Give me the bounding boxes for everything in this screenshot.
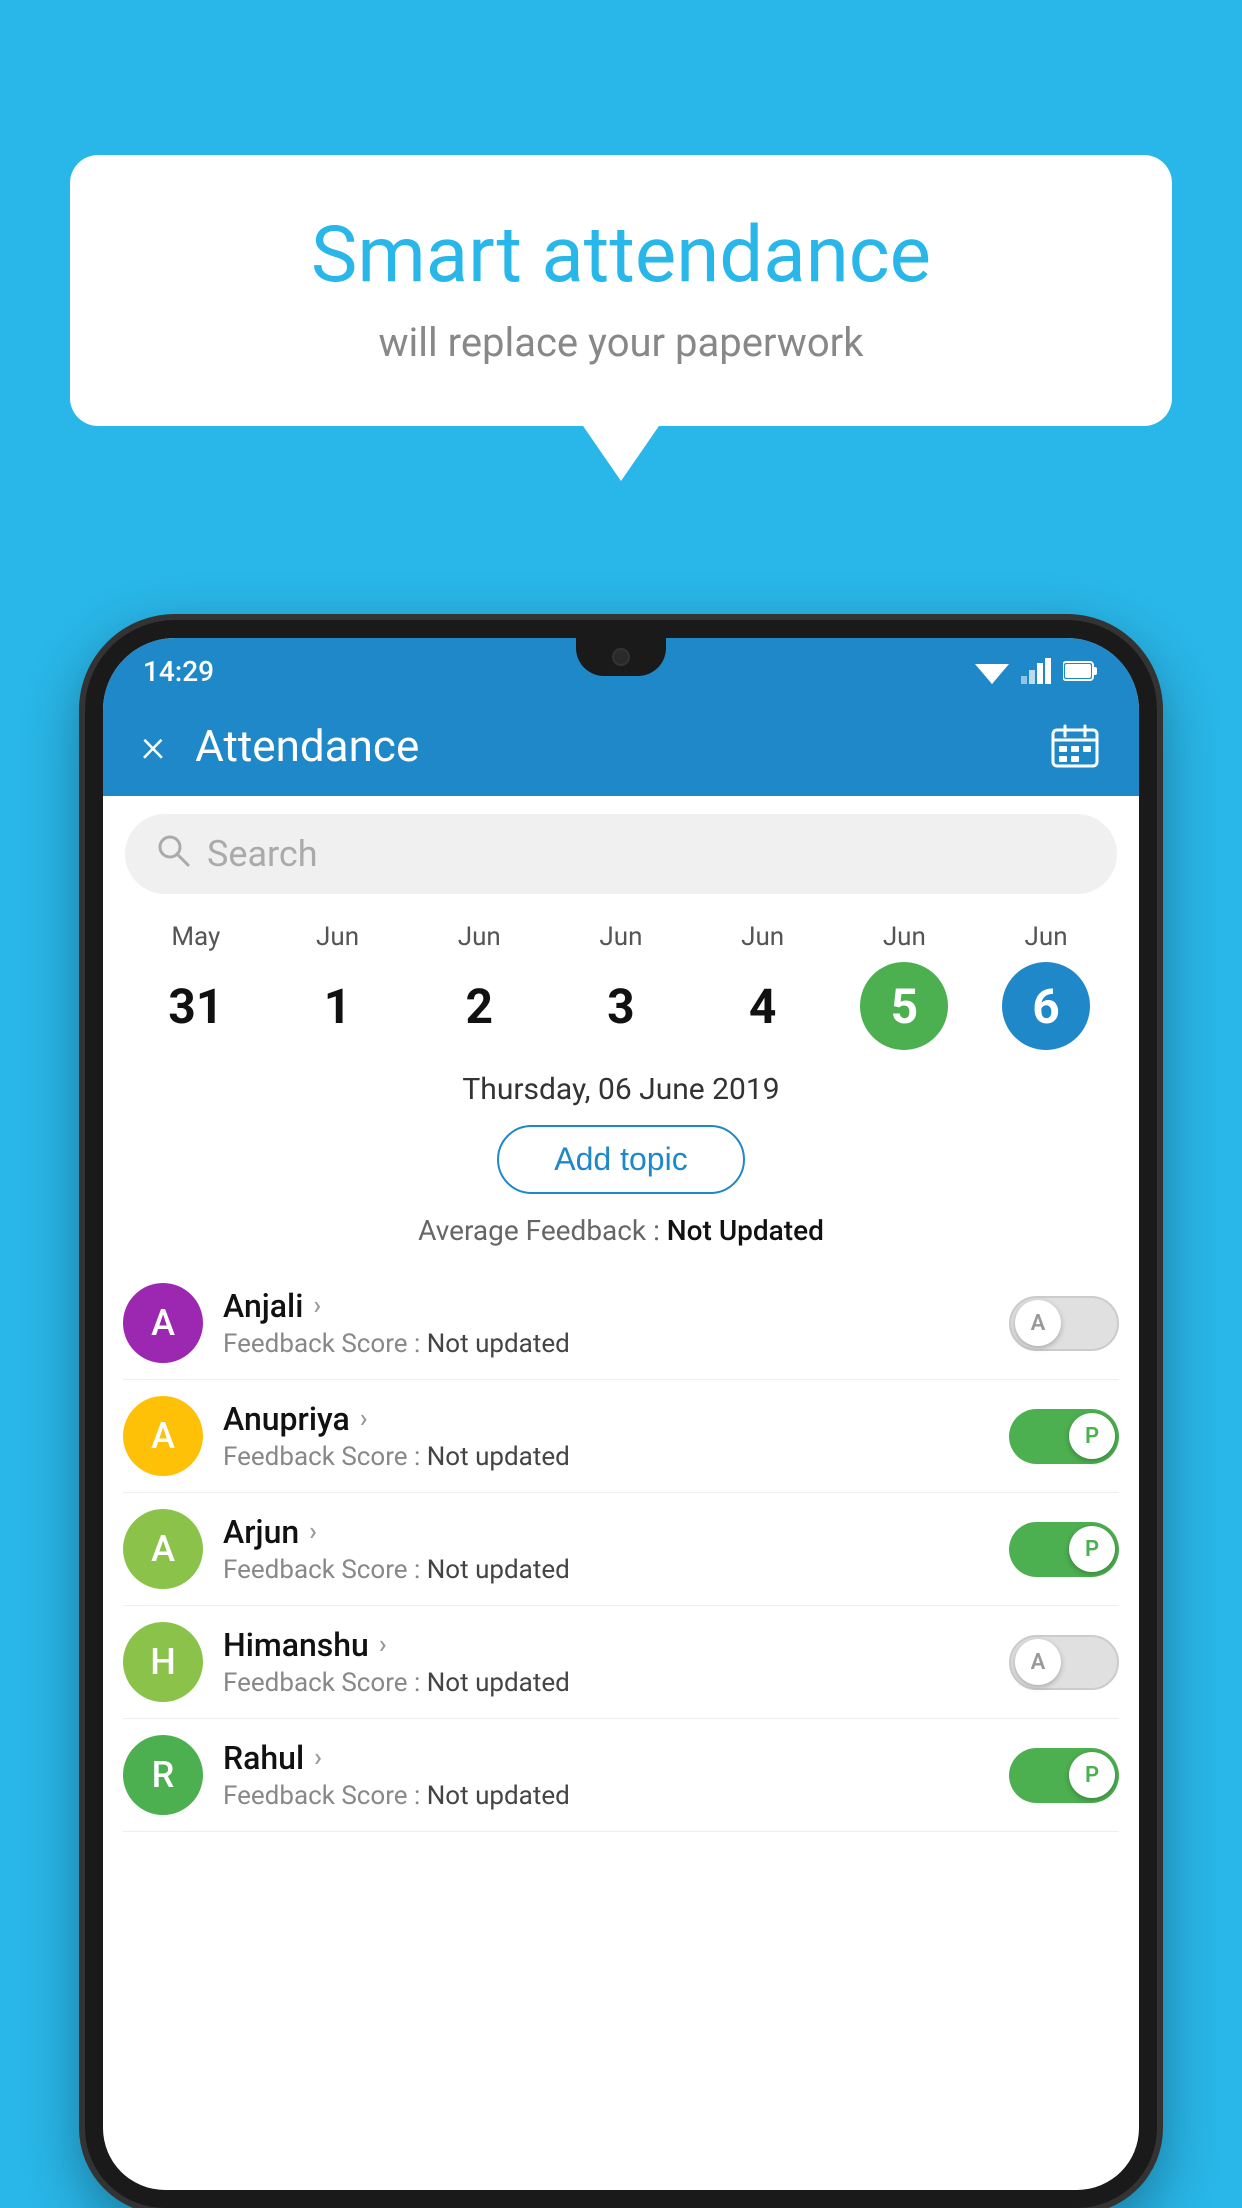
status-time: 14:29 <box>143 655 214 688</box>
toggle-switch[interactable]: P <box>1009 1748 1119 1803</box>
signal-icon <box>1021 658 1051 684</box>
calendar-day[interactable]: Jun 2 <box>434 922 524 1050</box>
chevron-right-icon: › <box>313 1291 321 1321</box>
student-feedback: Feedback Score : Not updated <box>223 1555 989 1585</box>
student-info: Anupriya › Feedback Score : Not updated <box>223 1400 989 1472</box>
calendar-day[interactable]: Jun 3 <box>576 922 666 1050</box>
toggle-knob: A <box>1015 1300 1061 1346</box>
student-name: Arjun › <box>223 1513 989 1551</box>
student-item[interactable]: A Anjali › Feedback Score : Not updated A <box>123 1267 1119 1380</box>
phone-screen: 14:29 <box>103 638 1139 2190</box>
bubble-title: Smart attendance <box>130 210 1112 301</box>
attendance-toggle[interactable]: P <box>1009 1409 1119 1464</box>
student-avatar: A <box>123 1283 203 1363</box>
cal-month-label: Jun <box>599 922 642 952</box>
cal-month-label: May <box>171 922 220 952</box>
student-name: Himanshu › <box>223 1626 989 1664</box>
search-icon <box>155 832 191 877</box>
toggle-switch[interactable]: P <box>1009 1409 1119 1464</box>
toggle-knob: P <box>1069 1752 1115 1798</box>
cal-date-number[interactable]: 5 <box>860 962 948 1050</box>
phone-notch <box>576 638 666 676</box>
chevron-right-icon: › <box>379 1630 387 1660</box>
calendar-day[interactable]: Jun 1 <box>293 922 383 1050</box>
chevron-right-icon: › <box>360 1404 368 1434</box>
bubble-subtitle: will replace your paperwork <box>130 319 1112 366</box>
student-name: Rahul › <box>223 1739 989 1777</box>
chevron-right-icon: › <box>314 1743 322 1773</box>
speech-bubble: Smart attendance will replace your paper… <box>70 155 1172 426</box>
app-header: × Attendance <box>103 696 1139 796</box>
toggle-switch[interactable]: P <box>1009 1522 1119 1577</box>
student-item[interactable]: H Himanshu › Feedback Score : Not updated A <box>123 1606 1119 1719</box>
cal-month-label: Jun <box>741 922 784 952</box>
student-info: Himanshu › Feedback Score : Not updated <box>223 1626 989 1698</box>
attendance-toggle[interactable]: P <box>1009 1748 1119 1803</box>
cal-date-number[interactable]: 2 <box>435 962 523 1050</box>
attendance-toggle[interactable]: A <box>1009 1296 1119 1351</box>
student-item[interactable]: A Anupriya › Feedback Score : Not updated P <box>123 1380 1119 1493</box>
toggle-knob: P <box>1069 1413 1115 1459</box>
phone-frame: 14:29 <box>85 620 1157 2208</box>
student-name: Anupriya › <box>223 1400 989 1438</box>
student-avatar: A <box>123 1396 203 1476</box>
chevron-right-icon: › <box>309 1517 317 1547</box>
status-icons <box>975 658 1099 684</box>
calendar-day[interactable]: Jun 6 <box>1001 922 1091 1050</box>
student-feedback: Feedback Score : Not updated <box>223 1781 989 1811</box>
add-topic-button[interactable]: Add topic <box>497 1125 744 1194</box>
battery-icon <box>1063 660 1099 682</box>
student-info: Arjun › Feedback Score : Not updated <box>223 1513 989 1585</box>
wifi-icon <box>975 658 1009 684</box>
calendar-strip: May 31 Jun 1 Jun 2 Jun 3 Jun 4 Jun 5 Jun 6 <box>103 912 1139 1050</box>
cal-month-label: Jun <box>458 922 501 952</box>
calendar-day[interactable]: Jun 4 <box>718 922 808 1050</box>
student-item[interactable]: R Rahul › Feedback Score : Not updated P <box>123 1719 1119 1832</box>
camera-dot <box>612 648 630 666</box>
toggle-switch[interactable]: A <box>1009 1296 1119 1351</box>
student-avatar: R <box>123 1735 203 1815</box>
cal-date-number[interactable]: 4 <box>719 962 807 1050</box>
cal-month-label: Jun <box>883 922 926 952</box>
attendance-toggle[interactable]: A <box>1009 1635 1119 1690</box>
calendar-day[interactable]: Jun 5 <box>859 922 949 1050</box>
student-feedback: Feedback Score : Not updated <box>223 1668 989 1698</box>
close-button[interactable]: × <box>141 723 165 769</box>
student-item[interactable]: A Arjun › Feedback Score : Not updated P <box>123 1493 1119 1606</box>
search-bar[interactable]: Search <box>125 814 1117 894</box>
student-avatar: A <box>123 1509 203 1589</box>
cal-date-number[interactable]: 1 <box>294 962 382 1050</box>
student-feedback: Feedback Score : Not updated <box>223 1442 989 1472</box>
toggle-switch[interactable]: A <box>1009 1635 1119 1690</box>
cal-month-label: Jun <box>316 922 359 952</box>
cal-month-label: Jun <box>1025 922 1068 952</box>
attendance-toggle[interactable]: P <box>1009 1522 1119 1577</box>
header-title: Attendance <box>195 720 1019 772</box>
student-list: AAnjali ›Feedback Score : Not updatedAAA… <box>103 1267 1139 1832</box>
avg-feedback: Average Feedback : Not Updated <box>103 1214 1139 1247</box>
cal-date-number[interactable]: 3 <box>577 962 665 1050</box>
student-feedback: Feedback Score : Not updated <box>223 1329 989 1359</box>
student-name: Anjali › <box>223 1287 989 1325</box>
toggle-knob: A <box>1015 1639 1061 1685</box>
search-placeholder: Search <box>207 833 318 875</box>
student-info: Rahul › Feedback Score : Not updated <box>223 1739 989 1811</box>
toggle-knob: P <box>1069 1526 1115 1572</box>
student-avatar: H <box>123 1622 203 1702</box>
cal-date-number[interactable]: 31 <box>152 962 240 1050</box>
student-info: Anjali › Feedback Score : Not updated <box>223 1287 989 1359</box>
calendar-icon[interactable] <box>1049 720 1101 772</box>
calendar-day[interactable]: May 31 <box>151 922 241 1050</box>
cal-date-number[interactable]: 6 <box>1002 962 1090 1050</box>
selected-date-label: Thursday, 06 June 2019 <box>103 1050 1139 1125</box>
